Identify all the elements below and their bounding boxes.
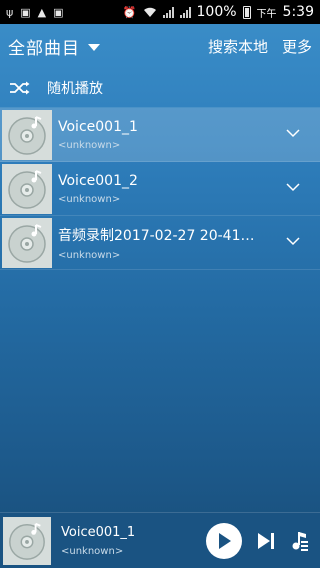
status-left: ψ ▣ ▲ ▣ <box>6 7 64 18</box>
image-icon: ▣ <box>53 5 64 19</box>
playlist-music-icon <box>292 531 308 551</box>
now-playing-text: Voice001_1 <unknown> <box>61 525 181 557</box>
shuffle-label: 随机播放 <box>47 80 103 97</box>
track-text: Voice001_2 <unknown> <box>58 173 268 205</box>
album-art <box>2 109 52 160</box>
disc-icon <box>8 223 46 263</box>
album-art <box>2 217 52 268</box>
track-list: Voice001_1 <unknown> Voice001_2 <unknown… <box>0 108 320 270</box>
signal-icon <box>162 6 174 18</box>
player-controls <box>206 522 320 559</box>
header-actions: 搜索本地 更多 <box>208 36 312 57</box>
now-playing-bar[interactable]: Voice001_1 <unknown> <box>0 512 320 568</box>
status-bar: ψ ▣ ▲ ▣ ⏰ 100% 下午 5:39 <box>0 0 320 24</box>
music-app: ψ ▣ ▲ ▣ ⏰ 100% 下午 5:39 全部曲目 搜索本地 更多 随机播放… <box>0 0 320 568</box>
track-title: Voice001_2 <box>58 172 138 189</box>
play-button[interactable] <box>206 522 242 559</box>
now-playing-album-art <box>3 516 51 565</box>
more-button[interactable]: 更多 <box>282 36 312 57</box>
wifi-icon <box>143 7 156 17</box>
category-dropdown[interactable]: 全部曲目 <box>8 34 100 59</box>
alarm-icon: ⏰ <box>122 5 137 19</box>
track-title: 音频录制2017-02-27 20-41… <box>58 227 255 244</box>
track-artist: <unknown> <box>58 249 121 261</box>
shuffle-play-button[interactable]: 随机播放 <box>0 68 320 108</box>
battery-icon <box>242 5 251 19</box>
disc-icon <box>8 169 46 209</box>
time-ampm: 下午 <box>256 8 277 20</box>
chevron-down-icon[interactable] <box>286 182 300 192</box>
app-header: 全部曲目 搜索本地 更多 <box>0 24 320 68</box>
album-art <box>2 163 52 214</box>
image-icon: ▣ <box>20 5 31 19</box>
now-playing-artist: <unknown> <box>61 545 124 557</box>
disc-icon <box>8 115 46 155</box>
track-text: Voice001_1 <unknown> <box>58 119 268 151</box>
chevron-down-icon <box>88 43 100 51</box>
next-button[interactable] <box>256 532 276 550</box>
usb-icon: ψ <box>6 5 14 19</box>
signal-icon <box>179 6 191 18</box>
chevron-down-icon[interactable] <box>286 236 300 246</box>
status-right: ⏰ 100% 下午 5:39 <box>123 4 314 20</box>
warning-icon: ▲ <box>37 5 47 19</box>
disc-icon <box>9 522 45 560</box>
track-title: Voice001_1 <box>58 118 138 135</box>
track-item[interactable]: Voice001_1 <unknown> <box>0 108 320 162</box>
clock: 5:39 <box>282 4 314 20</box>
shuffle-icon <box>10 81 30 94</box>
track-artist: <unknown> <box>58 139 121 151</box>
track-artist: <unknown> <box>58 193 121 205</box>
now-playing-title: Voice001_1 <box>61 524 136 540</box>
play-icon <box>219 532 231 549</box>
playlist-button[interactable] <box>290 530 310 552</box>
chevron-down-icon[interactable] <box>286 128 300 138</box>
battery-percent: 100% <box>196 4 237 20</box>
page-title: 全部曲目 <box>8 38 80 59</box>
search-local-button[interactable]: 搜索本地 <box>208 36 268 57</box>
skip-next-icon <box>258 532 274 549</box>
track-item[interactable]: Voice001_2 <unknown> <box>0 162 320 216</box>
track-item[interactable]: 音频录制2017-02-27 20-41… <unknown> <box>0 216 320 270</box>
track-text: 音频录制2017-02-27 20-41… <unknown> <box>58 225 268 261</box>
